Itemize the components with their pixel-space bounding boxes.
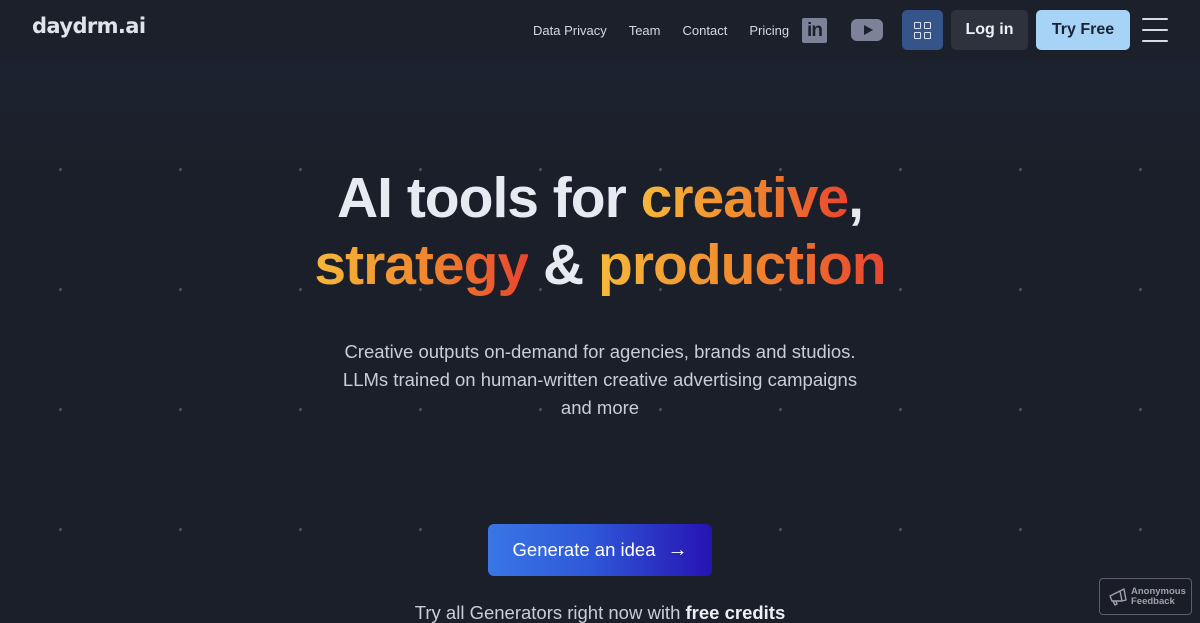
headline-highlight-production: production xyxy=(598,233,887,297)
linkedin-icon[interactable]: in xyxy=(802,18,827,43)
grid-dot xyxy=(59,528,62,531)
free-credits-link[interactable]: free credits xyxy=(686,602,786,623)
apps-button[interactable] xyxy=(902,10,943,50)
arrow-right-icon: → xyxy=(667,538,688,561)
nav-data-privacy[interactable]: Data Privacy xyxy=(533,23,607,38)
nav-contact[interactable]: Contact xyxy=(683,23,728,38)
youtube-icon[interactable] xyxy=(851,19,883,41)
grid-dot xyxy=(179,408,182,411)
grid-dot xyxy=(59,408,62,411)
grid-icon xyxy=(914,21,931,39)
free-note-text: Try all Generators right now with xyxy=(414,602,686,623)
grid-dot xyxy=(1139,528,1142,531)
grid-dot xyxy=(1019,408,1022,411)
grid-dot xyxy=(899,528,902,531)
try-free-button[interactable]: Try Free xyxy=(1036,10,1130,50)
generate-idea-button[interactable]: Generate an idea → xyxy=(488,524,712,576)
free-credits-note: Try all Generators right now with free c… xyxy=(0,602,1200,623)
nav-team[interactable]: Team xyxy=(629,23,661,38)
cta-label: Generate an idea xyxy=(512,539,656,560)
grid-dot xyxy=(1139,408,1142,411)
megaphone-icon xyxy=(1109,587,1127,606)
main-nav: Data Privacy Team Contact Pricing xyxy=(533,0,811,60)
feedback-label: Anonymous Feedback xyxy=(1131,585,1186,607)
grid-dot xyxy=(299,408,302,411)
headline-ampersand: & xyxy=(528,233,598,297)
page: daydrm.ai Data Privacy Team Contact Pric… xyxy=(0,0,1200,623)
grid-dot xyxy=(419,528,422,531)
headline-plain-1: AI tools for xyxy=(336,166,641,230)
hero-background xyxy=(0,60,1200,170)
hero-subtitle: Creative outputs on-demand for agencies,… xyxy=(342,341,858,418)
login-button[interactable]: Log in xyxy=(951,10,1028,50)
hamburger-icon[interactable] xyxy=(1142,18,1168,42)
grid-dot xyxy=(779,528,782,531)
grid-dot xyxy=(899,408,902,411)
play-icon xyxy=(863,25,873,35)
hero-headline: AI tools for creative, strategy & produc… xyxy=(0,165,1200,299)
nav-pricing[interactable]: Pricing xyxy=(749,23,789,38)
header: daydrm.ai Data Privacy Team Contact Pric… xyxy=(0,0,1200,60)
headline-highlight-creative: creative xyxy=(640,166,850,230)
headline-highlight-strategy: strategy xyxy=(314,233,529,297)
feedback-line-1: Anonymous xyxy=(1131,585,1186,597)
anonymous-feedback-button[interactable]: Anonymous Feedback xyxy=(1099,578,1192,615)
headline-comma: , xyxy=(848,166,864,230)
logo[interactable]: daydrm.ai xyxy=(32,14,146,38)
grid-dot xyxy=(299,528,302,531)
feedback-line-2: Feedback xyxy=(1131,595,1175,607)
grid-dot xyxy=(179,528,182,531)
grid-dot xyxy=(1019,528,1022,531)
